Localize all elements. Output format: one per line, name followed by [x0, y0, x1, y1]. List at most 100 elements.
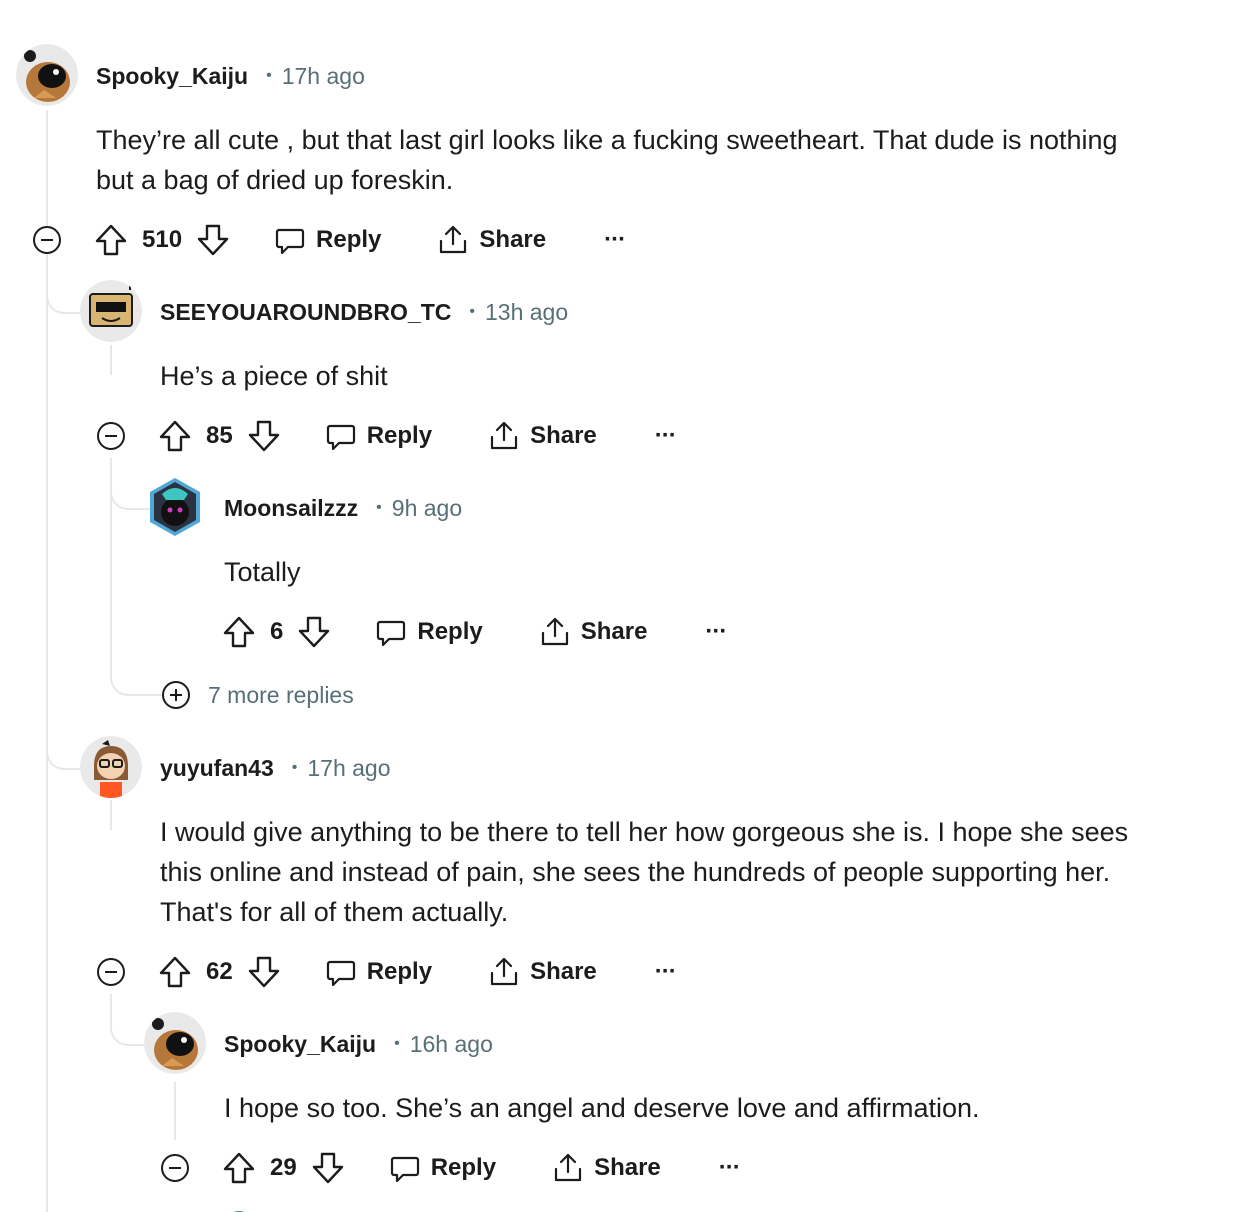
comment-bubble-icon	[377, 620, 406, 647]
share-button[interactable]: Share	[552, 1152, 661, 1184]
expand-replies-button[interactable]	[162, 681, 190, 709]
share-label: Share	[530, 958, 597, 985]
comment-bubble-icon	[275, 228, 305, 255]
timestamp[interactable]: 13h ago	[485, 299, 568, 326]
username[interactable]: yuyufan43	[160, 755, 274, 782]
comment-bubble-icon	[390, 1156, 419, 1183]
comment-body: Totally	[224, 552, 301, 592]
share-button[interactable]: Share	[488, 420, 597, 452]
reply-button[interactable]: Reply	[325, 956, 432, 988]
reply-label: Reply	[316, 226, 382, 253]
share-button[interactable]: Share	[539, 616, 648, 648]
timestamp[interactable]: 9h ago	[392, 495, 462, 522]
comment-header: Moonsailzzz • 9h ago	[224, 488, 462, 528]
comment-line: I would give anything to be there to tel…	[160, 817, 1129, 847]
reply-button[interactable]: Reply	[389, 1152, 496, 1184]
comment-body: I hope so too. She’s an angel and deserv…	[224, 1088, 980, 1128]
share-label: Share	[479, 226, 547, 253]
share-label: Share	[580, 618, 648, 645]
vote-score: 29	[270, 1154, 297, 1181]
reply-button[interactable]: Reply	[274, 224, 381, 256]
reply-button[interactable]: Reply	[325, 420, 432, 452]
share-button[interactable]: Share	[437, 224, 546, 256]
upvote-icon[interactable]	[94, 223, 128, 257]
share-button[interactable]: Share	[488, 956, 597, 988]
avatar[interactable]	[144, 1012, 206, 1074]
reply-label: Reply	[417, 618, 483, 645]
comment-bubble-icon	[326, 960, 355, 987]
collapse-button[interactable]	[97, 958, 125, 986]
vote-score: 62	[206, 958, 233, 985]
reply-label: Reply	[430, 1154, 497, 1181]
comment-header: yuyufan43 • 17h ago	[160, 748, 391, 788]
more-options-button[interactable]: ···	[655, 958, 677, 986]
reply-button[interactable]: Reply	[375, 616, 483, 648]
avatar[interactable]	[80, 280, 142, 342]
downvote-icon[interactable]	[297, 615, 331, 649]
more-options-button[interactable]: ···	[719, 1154, 741, 1182]
avatar[interactable]	[208, 1204, 270, 1212]
downvote-icon[interactable]	[311, 1151, 345, 1185]
comment-line: this online and instead of pain, she see…	[160, 857, 1111, 887]
thread-line-level3[interactable]	[174, 1082, 176, 1140]
more-replies-label: 7 more replies	[208, 681, 354, 708]
comment-header: Spooky_Kaiju • 17h ago	[96, 56, 365, 96]
upvote-icon[interactable]	[158, 955, 192, 989]
comment-header: SEEYOUAROUNDBRO_TC • 13h ago	[160, 292, 568, 332]
more-options-button[interactable]: ···	[655, 422, 677, 450]
username[interactable]: SEEYOUAROUNDBRO_TC	[160, 299, 451, 326]
comment-body: He’s a piece of shit	[160, 356, 388, 396]
username[interactable]: Moonsailzzz	[224, 495, 358, 522]
hexagon-nft-avatar-icon	[150, 478, 200, 536]
collapse-button[interactable]	[97, 422, 125, 450]
share-icon	[554, 1153, 582, 1182]
upvote-icon[interactable]	[222, 1151, 256, 1185]
more-options-button[interactable]: ···	[604, 226, 626, 254]
comment-actions: 510 Reply Share ···	[94, 218, 626, 262]
more-replies-link[interactable]: 7 more replies	[208, 680, 354, 710]
timestamp[interactable]: 17h ago	[282, 63, 365, 90]
comment-actions: 29 Reply Share ···	[222, 1146, 741, 1190]
downvote-icon[interactable]	[247, 955, 281, 989]
thread-elbow	[110, 640, 162, 696]
share-label: Share	[530, 422, 597, 449]
timestamp[interactable]: 17h ago	[307, 755, 390, 782]
comment-line: That's for all of them actually.	[160, 897, 509, 927]
thread-line-level2[interactable]	[110, 345, 112, 375]
reply-label: Reply	[366, 422, 433, 449]
avatar[interactable]	[80, 736, 142, 798]
thread-line-level2[interactable]	[110, 800, 112, 830]
comment-line: I hope so too. She’s an angel and deserv…	[224, 1093, 980, 1123]
separator-dot: •	[376, 499, 382, 516]
timestamp[interactable]: 16h ago	[410, 1031, 493, 1058]
collapse-button[interactable]	[161, 1154, 189, 1182]
share-icon	[440, 225, 467, 254]
comment-body: They’re all cute , but that last girl lo…	[96, 120, 1118, 200]
comment-line: They’re all cute , but that last girl lo…	[96, 125, 1118, 155]
share-label: Share	[594, 1154, 661, 1181]
owl-avatar-icon	[144, 1012, 206, 1074]
tv-head-avatar-icon	[80, 280, 142, 342]
collapse-button[interactable]	[33, 226, 61, 254]
upvote-icon[interactable]	[158, 419, 192, 453]
comment-actions: 85 Reply Share ···	[158, 414, 677, 458]
glasses-girl-avatar-icon	[80, 736, 142, 798]
more-options-button[interactable]: ···	[705, 618, 727, 646]
vote-score: 510	[142, 226, 183, 253]
separator-dot: •	[266, 67, 272, 84]
downvote-icon[interactable]	[247, 419, 281, 453]
owl-avatar-icon	[16, 44, 78, 106]
avatar[interactable]	[16, 44, 78, 106]
vote-score: 6	[270, 618, 284, 645]
username[interactable]: Spooky_Kaiju	[96, 63, 248, 90]
username[interactable]: Spooky_Kaiju	[224, 1031, 376, 1058]
upvote-icon[interactable]	[222, 615, 256, 649]
comment-line: He’s a piece of shit	[160, 361, 388, 391]
share-icon	[490, 957, 518, 986]
reply-label: Reply	[366, 958, 433, 985]
avatar[interactable]	[144, 476, 206, 538]
downvote-icon[interactable]	[196, 223, 230, 257]
comment-bubble-icon	[326, 424, 355, 451]
comment-actions: 6 Reply Share ···	[222, 610, 727, 654]
share-icon	[490, 421, 518, 450]
